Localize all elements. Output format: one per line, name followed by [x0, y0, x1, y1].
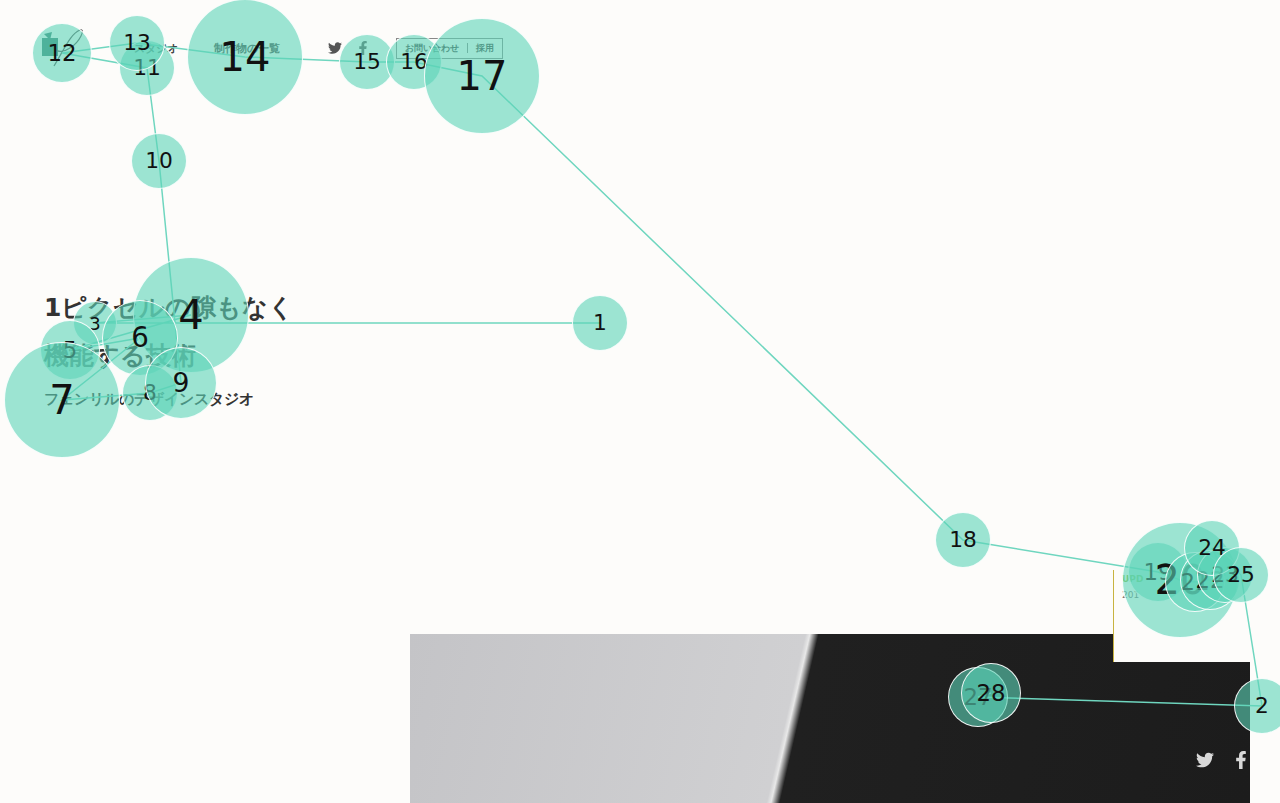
gaze-point: 18	[935, 512, 991, 568]
gaze-point: 12	[32, 23, 92, 83]
gaze-point: 28	[961, 663, 1021, 723]
social-row	[1196, 751, 1250, 769]
gaze-point: 7	[4, 342, 120, 458]
twitter-icon[interactable]	[1196, 751, 1214, 769]
gaze-point: 9	[145, 347, 217, 419]
gaze-point: 13	[109, 15, 165, 71]
hero-photo: UPD201	[410, 634, 1250, 803]
page: スタジオ制作物の一覧お問い合わせ採用1ピクセルの隙もなく機能する技術フェンリルの…	[0, 0, 1280, 803]
gaze-point: 17	[424, 18, 540, 134]
gaze-point: 10	[131, 133, 187, 189]
hero-subtitle: フェンリルのデザインスタジオ	[44, 390, 1280, 409]
gaze-point: 14	[187, 0, 303, 115]
gaze-point: 1	[572, 295, 628, 351]
facebook-icon[interactable]	[1232, 751, 1250, 769]
gaze-point: 25	[1213, 547, 1269, 603]
